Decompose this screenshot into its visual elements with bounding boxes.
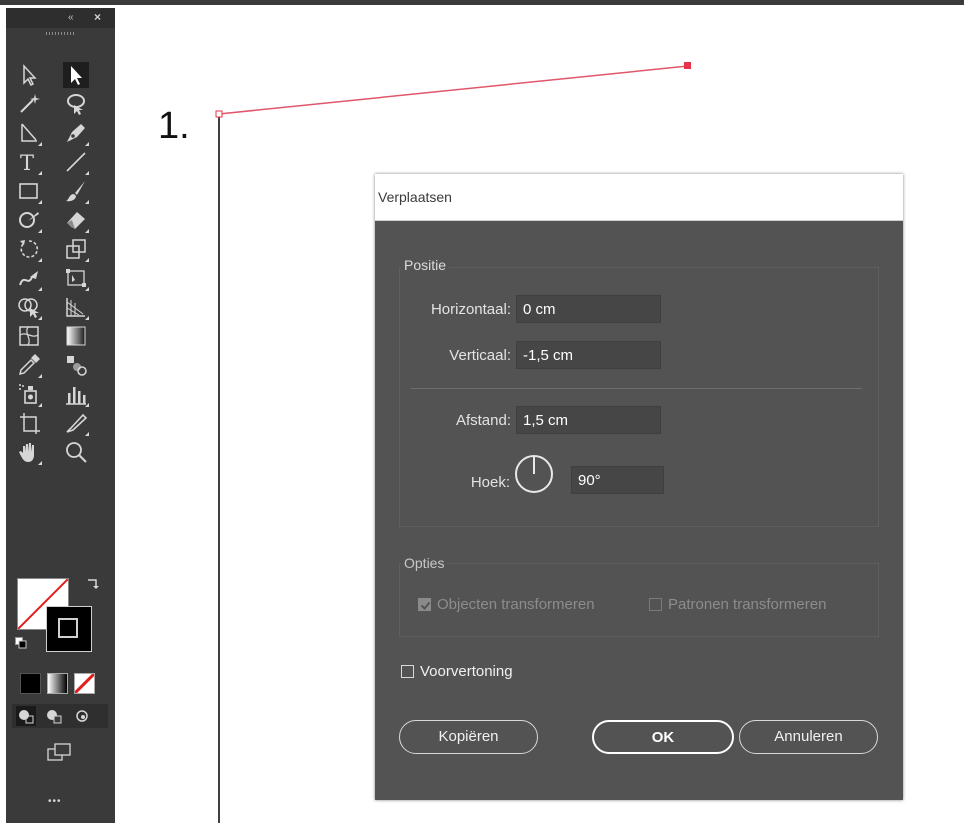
dialog-title-bar[interactable]: Verplaatsen	[375, 174, 903, 221]
distance-label: Afstand:	[455, 412, 511, 429]
tools-panel: « × T •••	[6, 8, 115, 823]
zoom-tool-icon[interactable]	[63, 439, 89, 465]
mesh-tool-icon[interactable]	[16, 323, 42, 349]
preview-checkbox[interactable]	[401, 665, 414, 678]
tools-panel-header: « ×	[6, 8, 115, 28]
copy-button[interactable]: Kopiëren	[399, 720, 538, 754]
pen-tool-icon[interactable]	[63, 120, 89, 146]
transform-objects-label: Objecten transformeren	[437, 596, 595, 613]
move-dialog: Verplaatsen Positie Horizontaal: 0 cm Ve…	[375, 174, 903, 800]
horizontal-label: Horizontaal:	[430, 301, 511, 318]
cancel-button[interactable]: Annuleren	[739, 720, 878, 754]
anchor-point-start[interactable]	[215, 110, 223, 118]
symbol-sprayer-tool-icon[interactable]	[16, 381, 42, 407]
perspective-grid-tool-icon[interactable]	[63, 294, 89, 320]
magic-wand-tool-icon[interactable]	[16, 91, 42, 117]
artboard-tool-icon[interactable]	[16, 410, 42, 436]
draw-behind-icon[interactable]	[44, 706, 64, 726]
hand-tool-icon[interactable]	[16, 439, 42, 465]
close-panel-icon[interactable]: ×	[94, 10, 101, 24]
none-mode-button[interactable]	[74, 673, 95, 694]
none-mode-icon	[75, 674, 94, 693]
options-group-legend: Opties	[401, 555, 448, 571]
selection-tool-icon[interactable]	[16, 62, 42, 88]
stroke-swatch[interactable]	[46, 606, 92, 652]
distance-input[interactable]: 1,5 cm	[516, 406, 661, 434]
rectangle-tool-icon[interactable]	[16, 178, 42, 204]
horizontal-input[interactable]: 0 cm	[516, 295, 661, 323]
type-tool-icon[interactable]: T	[16, 149, 42, 175]
gradient-tool-icon[interactable]	[63, 323, 89, 349]
color-mode-button[interactable]	[20, 673, 41, 694]
edit-toolbar-button[interactable]: •••	[48, 796, 62, 807]
angle-label: Hoek:	[470, 474, 510, 491]
dialog-title: Verplaatsen	[378, 189, 452, 205]
selected-path[interactable]	[218, 65, 689, 115]
column-graph-tool-icon[interactable]	[63, 381, 89, 407]
position-group-legend: Positie	[401, 257, 450, 273]
transform-patterns-label: Patronen transformeren	[668, 596, 827, 613]
warp-tool-icon[interactable]	[16, 265, 42, 291]
preview-label: Voorvertoning	[420, 663, 513, 680]
ok-button[interactable]: OK	[592, 720, 734, 754]
default-fill-stroke-icon[interactable]	[15, 636, 27, 649]
panel-grip-handle[interactable]	[46, 32, 74, 35]
anchor-point-end[interactable]	[684, 62, 691, 69]
scale-tool-icon[interactable]	[63, 236, 89, 262]
blend-tool-icon[interactable]	[63, 352, 89, 378]
stroke-swatch-inner	[58, 618, 78, 638]
transform-objects-checkbox[interactable]	[418, 598, 431, 611]
angle-dial-icon[interactable]	[513, 453, 555, 495]
svg-text:T: T	[20, 151, 34, 175]
checkmark-icon	[420, 601, 431, 610]
collapse-panel-icon[interactable]: «	[68, 12, 74, 23]
rotate-tool-icon[interactable]	[16, 236, 42, 262]
slice-tool-icon[interactable]	[63, 410, 89, 436]
vertical-label: Verticaal:	[449, 347, 511, 364]
direct-selection-tool-icon[interactable]	[63, 62, 89, 88]
screen-mode-icon[interactable]	[46, 741, 72, 763]
line-segment-tool-icon[interactable]	[63, 149, 89, 175]
position-separator	[411, 388, 862, 389]
pen-tool-variant-icon[interactable]	[16, 120, 42, 146]
shape-builder-tool-icon[interactable]	[16, 294, 42, 320]
draw-normal-icon[interactable]	[16, 706, 36, 726]
eyedropper-tool-icon[interactable]	[16, 352, 42, 378]
eraser-tool-icon[interactable]	[63, 207, 89, 233]
gradient-mode-button[interactable]	[47, 673, 68, 694]
free-transform-tool-icon[interactable]	[63, 265, 89, 291]
swap-fill-stroke-icon[interactable]	[86, 576, 100, 590]
draw-inside-icon[interactable]	[72, 706, 92, 726]
step-label: 1.	[158, 105, 190, 147]
vertical-input[interactable]: -1,5 cm	[516, 341, 661, 369]
lasso-tool-icon[interactable]	[63, 91, 89, 117]
angle-input[interactable]: 90°	[571, 466, 664, 494]
transform-patterns-checkbox[interactable]	[649, 598, 662, 611]
shaper-tool-icon[interactable]	[16, 207, 42, 233]
paintbrush-tool-icon[interactable]	[63, 178, 89, 204]
